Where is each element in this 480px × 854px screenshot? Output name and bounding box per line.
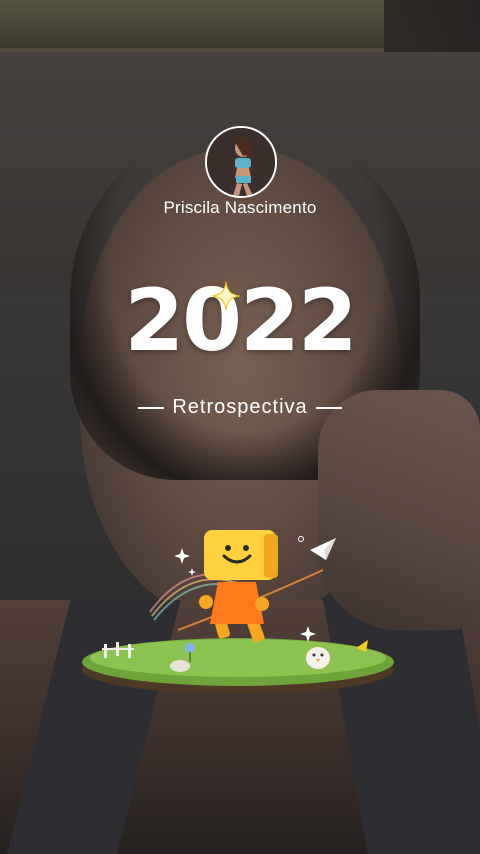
paper-plane-icon	[310, 538, 336, 560]
avatar[interactable]	[205, 126, 277, 198]
recap-subtitle-row: Retrospectiva	[0, 396, 480, 419]
sparkle-icon	[212, 282, 240, 310]
divider-right	[315, 406, 342, 409]
divider-left	[138, 406, 165, 409]
story-screen: Priscila Nascimento 2022 Retrospectiva	[0, 0, 480, 854]
avatar-photo	[207, 128, 275, 196]
mascot-illustration	[82, 530, 394, 694]
recap-year: 2022	[124, 271, 357, 371]
recap-subtitle: Retrospectiva	[172, 396, 308, 418]
profile-name[interactable]: Priscila Nascimento	[0, 198, 480, 218]
